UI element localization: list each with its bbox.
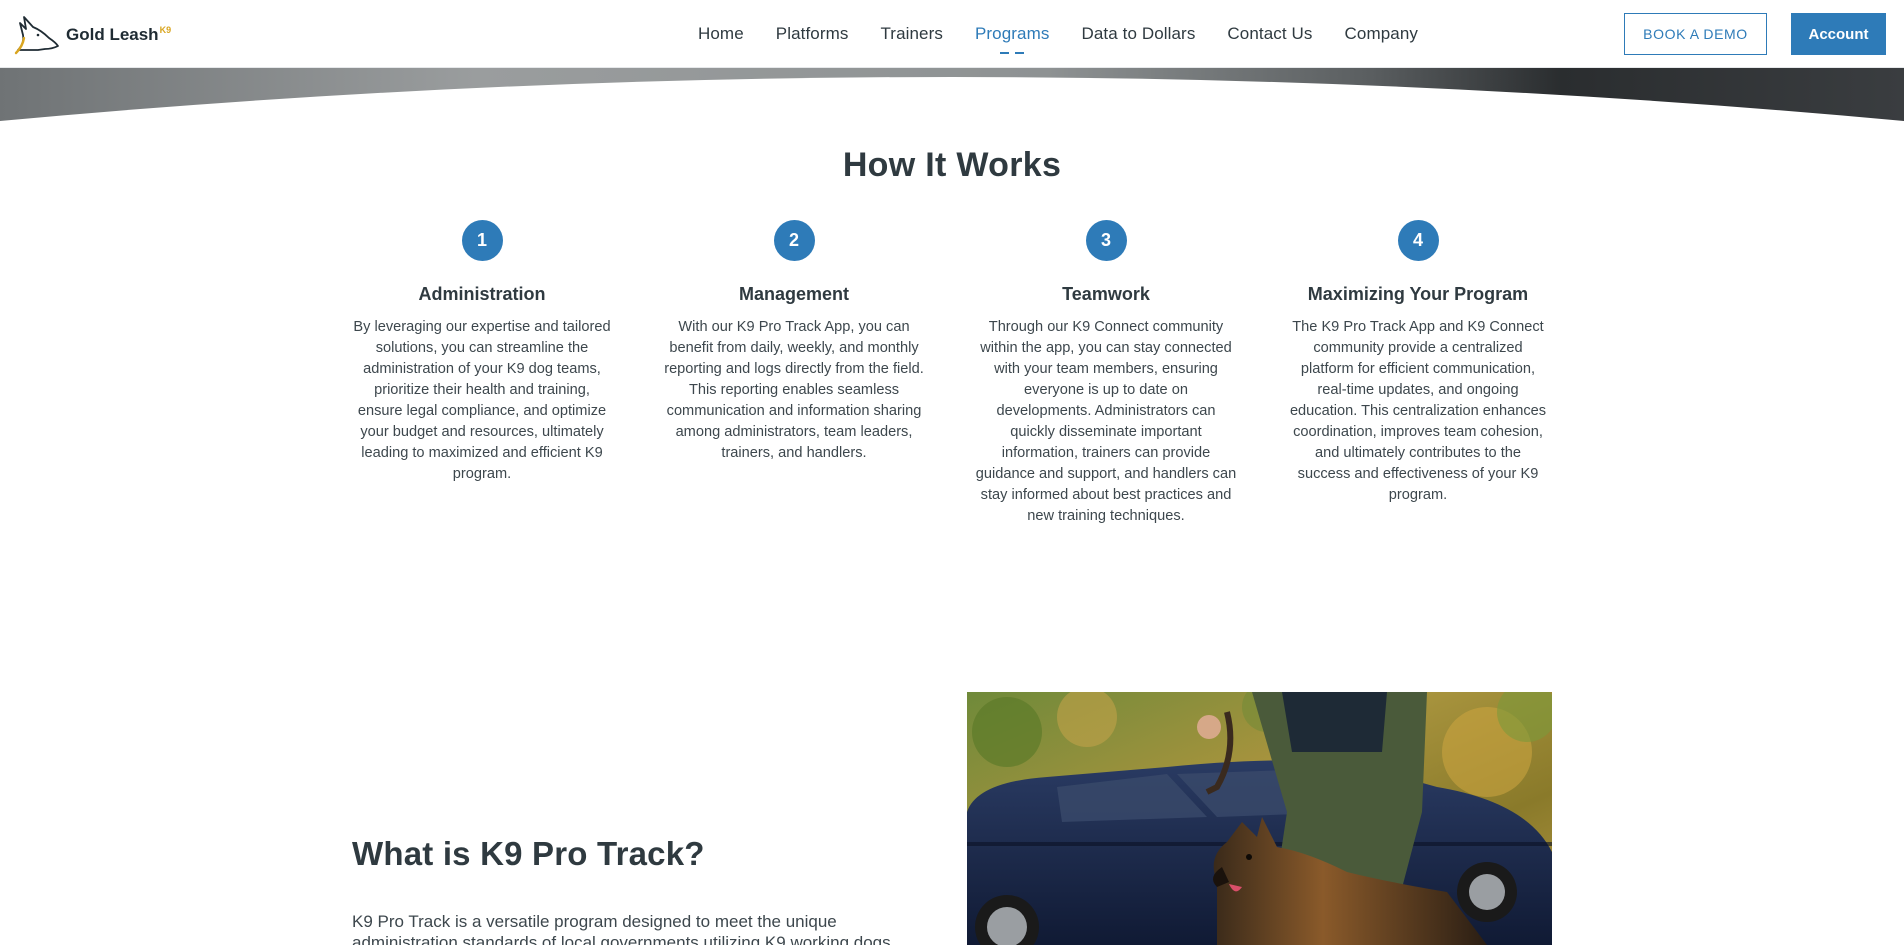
step-title: Teamwork — [1062, 284, 1150, 304]
nav-home[interactable]: Home — [698, 24, 744, 44]
nav-platforms[interactable]: Platforms — [776, 24, 849, 44]
what-is-title: What is K9 Pro Track? — [352, 835, 705, 872]
german-shepherd-logo-icon — [14, 16, 59, 55]
step-number-badge: 2 — [773, 220, 815, 261]
step-card: 1 Administration By leveraging our exper… — [347, 220, 617, 527]
step-description: The K9 Pro Track App and K9 Connect comm… — [1289, 319, 1547, 503]
logo-text: Gold Leash — [66, 25, 159, 44]
step-title: Management — [738, 284, 850, 304]
logo[interactable]: Gold LeashK9 — [14, 13, 171, 55]
step-number-badge: 1 — [461, 220, 503, 261]
hero-image-bottom — [0, 68, 1904, 124]
step-card: 4 Maximizing Your Program The K9 Pro Tra… — [1283, 220, 1553, 527]
account-button[interactable]: Account — [1791, 13, 1886, 55]
main-menu: Home Platforms Trainers Programs Data to… — [698, 0, 1450, 68]
nav-programs[interactable]: Programs — [975, 24, 1050, 54]
how-it-works-title: How It Works — [842, 146, 1062, 184]
step-description: Through our K9 Connect community within … — [975, 319, 1237, 524]
logo-wordmark: Gold LeashK9 — [66, 25, 171, 45]
what-is-description: K9 Pro Track is a versatile program desi… — [352, 912, 891, 945]
steps-row: 1 Administration By leveraging our exper… — [347, 220, 1559, 527]
step-number-badge: 3 — [1085, 220, 1127, 261]
step-card: 2 Management With our K9 Pro Track App, … — [659, 220, 929, 527]
top-navigation-bar: Gold LeashK9 Home Platforms Trainers Pro… — [0, 0, 1904, 68]
step-title: Maximizing Your Program — [1307, 284, 1529, 304]
nav-contact-us[interactable]: Contact Us — [1227, 24, 1312, 44]
step-description: By leveraging our expertise and tailored… — [353, 319, 611, 482]
logo-superscript: K9 — [159, 25, 172, 35]
step-card: 3 Teamwork Through our K9 Connect commun… — [971, 220, 1241, 527]
nav-data-to-dollars[interactable]: Data to Dollars — [1081, 24, 1195, 44]
page: Gold LeashK9 Home Platforms Trainers Pro… — [0, 0, 1904, 945]
nav-trainers[interactable]: Trainers — [880, 24, 943, 44]
book-demo-button[interactable]: BOOK A DEMO — [1624, 13, 1767, 55]
officer-with-dog-photo — [967, 692, 1552, 945]
step-title: Administration — [418, 284, 546, 304]
step-description: With our K9 Pro Track App, you can benef… — [664, 319, 924, 461]
nav-company[interactable]: Company — [1345, 24, 1418, 44]
step-number-badge: 4 — [1397, 220, 1439, 261]
